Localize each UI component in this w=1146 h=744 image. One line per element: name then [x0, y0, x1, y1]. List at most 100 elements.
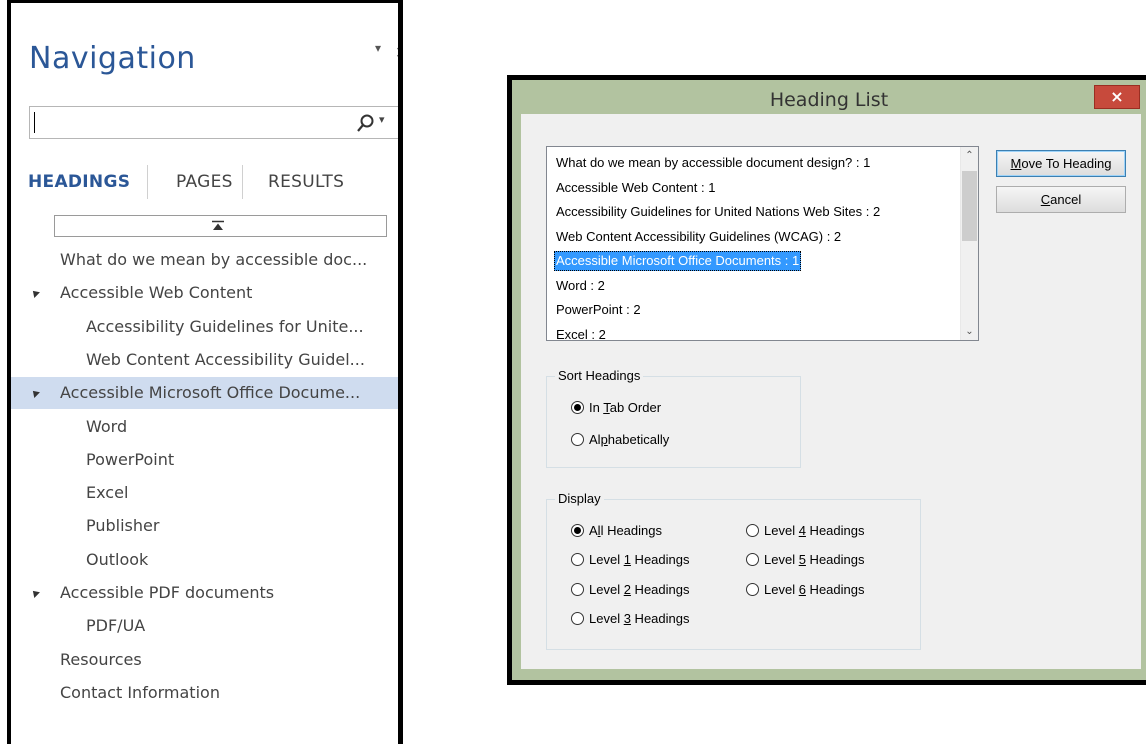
display-all-radio[interactable]: All Headings — [571, 522, 662, 540]
sort-headings-label: Sort Headings — [555, 368, 644, 383]
pane-close-icon[interactable]: ✕ — [395, 43, 398, 62]
close-icon: × — [1110, 87, 1124, 106]
heading-tree-item[interactable]: Publisher — [11, 510, 398, 542]
heading-list-item[interactable]: PowerPoint : 2 — [554, 300, 643, 320]
radio-label: Level 3 Headings — [589, 611, 690, 626]
heading-list-item[interactable]: Excel : 2 — [554, 325, 608, 341]
heading-tree-item[interactable]: Accessible Web Content — [11, 277, 398, 309]
heading-list-item[interactable]: Accessibility Guidelines for United Nati… — [554, 202, 882, 222]
display-level3-radio[interactable]: Level 3 Headings — [571, 610, 689, 628]
heading-tree-item[interactable]: What do we mean by accessible doc... — [11, 244, 398, 276]
heading-tree-item-label: Accessibility Guidelines for Unite... — [86, 316, 364, 336]
heading-tree-item[interactable]: Accessible PDF documents — [11, 577, 398, 609]
heading-tree-item-label: What do we mean by accessible doc... — [60, 250, 368, 269]
cancel-button[interactable]: Cancel — [996, 186, 1126, 213]
search-icon[interactable] — [352, 109, 378, 137]
radio-label: Level 4 Headings — [764, 523, 865, 538]
heading-tree-item-label: Accessible Microsoft Office Docume... — [60, 383, 361, 403]
navigation-pane: Navigation ▾ ✕ ▾ HEADINGS PAGES RESULTS … — [7, 0, 403, 744]
scroll-up-icon[interactable]: ⌃ — [961, 150, 978, 161]
tab-results[interactable]: RESULTS — [268, 172, 344, 192]
display-group: Display All Headings Level 1 Headings Leve… — [546, 491, 921, 650]
collapse-up-icon — [212, 220, 224, 230]
heading-list-item[interactable]: Accessible Web Content : 1 — [554, 178, 717, 198]
expand-collapse-triangle-icon[interactable] — [30, 288, 40, 299]
radio-button-icon[interactable] — [746, 553, 759, 566]
heading-tree-item[interactable]: Outlook — [11, 544, 398, 576]
navigation-title: Navigation — [29, 41, 196, 76]
heading-tree-item-label: Resources — [60, 649, 142, 669]
heading-tree-item-label: Accessible Web Content — [60, 283, 253, 303]
heading-tree-item[interactable]: Resources — [11, 644, 398, 676]
radio-button-icon[interactable] — [571, 524, 584, 537]
radio-button-icon[interactable] — [746, 524, 759, 537]
radio-button-icon[interactable] — [571, 612, 584, 625]
display-level6-radio[interactable]: Level 6 Headings — [746, 581, 864, 599]
radio-button-icon[interactable] — [571, 433, 584, 446]
sort-headings-group: Sort Headings In Tab Order Alphabetically — [546, 368, 801, 468]
text-caret — [34, 112, 35, 133]
tab-divider — [147, 165, 148, 199]
tab-headings[interactable]: HEADINGS — [28, 172, 130, 192]
radio-button-icon[interactable] — [571, 553, 584, 566]
sort-alphabetical-radio[interactable]: Alphabetically — [571, 431, 669, 449]
close-button[interactable]: × — [1094, 85, 1140, 109]
heading-tree-item[interactable]: PDF/UA — [11, 610, 398, 642]
heading-tree-item-label: Word — [86, 416, 128, 436]
tab-pages[interactable]: PAGES — [176, 172, 233, 192]
radio-label: Level 6 Headings — [764, 582, 865, 597]
radio-button-icon[interactable] — [746, 583, 759, 596]
heading-tree-item-label: Publisher — [86, 516, 160, 536]
radio-label: In Tab Order — [589, 400, 662, 415]
sort-tab-order-radio[interactable]: In Tab Order — [571, 399, 661, 417]
radio-button-icon[interactable] — [571, 583, 584, 596]
heading-list-item[interactable]: What do we mean by accessible document d… — [554, 153, 872, 173]
heading-tree-item[interactable]: Accessible Microsoft Office Docume... — [11, 377, 398, 410]
radio-label: Level 1 Headings — [589, 552, 690, 567]
heading-tree-item[interactable]: Accessibility Guidelines for Unite... — [11, 311, 398, 343]
display-level5-radio[interactable]: Level 5 Headings — [746, 551, 864, 569]
heading-tree-item-label: Contact Information — [60, 682, 220, 702]
heading-list-item[interactable]: Word : 2 — [554, 276, 607, 296]
radio-label: Alphabetically — [589, 432, 670, 447]
dialog-title: Heading List — [769, 89, 889, 111]
pane-options-chevron-icon[interactable]: ▾ — [375, 41, 381, 55]
cancel-label: Cancel — [1040, 192, 1082, 207]
display-level1-radio[interactable]: Level 1 Headings — [571, 551, 689, 569]
radio-button-icon[interactable] — [571, 401, 584, 414]
heading-tree-item[interactable]: PowerPoint — [11, 444, 398, 476]
heading-listbox[interactable]: What do we mean by accessible document d… — [546, 146, 979, 341]
heading-list-item[interactable]: Web Content Accessibility Guidelines (WC… — [554, 227, 843, 247]
heading-tree-item-label: Excel — [86, 483, 129, 503]
heading-tree-item[interactable]: Excel — [11, 477, 398, 509]
heading-tree-item[interactable]: Web Content Accessibility Guidel... — [11, 344, 398, 376]
tab-divider — [242, 165, 243, 199]
heading-list-item[interactable]: Accessible Microsoft Office Documents : … — [554, 251, 802, 271]
heading-tree-item[interactable]: Contact Information — [11, 677, 398, 709]
heading-tree-item-label: PDF/UA — [86, 616, 146, 636]
dialog-frame: Heading List × What do we mean by access… — [512, 80, 1146, 680]
expand-collapse-triangle-icon[interactable] — [30, 588, 40, 598]
heading-list-dialog: Heading List × What do we mean by access… — [507, 75, 1146, 685]
search-input[interactable]: ▾ — [29, 106, 398, 139]
radio-label: Level 2 Headings — [589, 582, 690, 597]
display-label: Display — [555, 491, 604, 506]
display-level2-radio[interactable]: Level 2 Headings — [571, 581, 689, 599]
collapse-all-button[interactable] — [54, 215, 387, 237]
expand-collapse-triangle-icon[interactable] — [30, 388, 40, 399]
radio-label: Level 5 Headings — [764, 552, 865, 567]
search-options-chevron-icon[interactable]: ▾ — [379, 113, 385, 126]
heading-tree-item-label: Accessible PDF documents — [60, 583, 275, 602]
heading-tree-item-label: PowerPoint — [86, 449, 175, 469]
heading-tree-item-label: Outlook — [86, 549, 149, 569]
radio-label: All Headings — [589, 523, 662, 538]
display-level4-radio[interactable]: Level 4 Headings — [746, 522, 864, 540]
scroll-down-icon[interactable]: ⌄ — [961, 326, 978, 337]
move-to-heading-label: Move To Heading — [1010, 156, 1112, 171]
scrollbar-thumb[interactable] — [962, 171, 977, 241]
heading-tree-item[interactable]: Word — [11, 411, 398, 443]
dialog-body: What do we mean by accessible document d… — [521, 114, 1141, 669]
heading-tree-item-label: Web Content Accessibility Guidel... — [86, 349, 365, 369]
move-to-heading-button[interactable]: Move To Heading — [996, 150, 1126, 177]
listbox-scrollbar[interactable]: ⌃ ⌄ — [960, 147, 978, 340]
